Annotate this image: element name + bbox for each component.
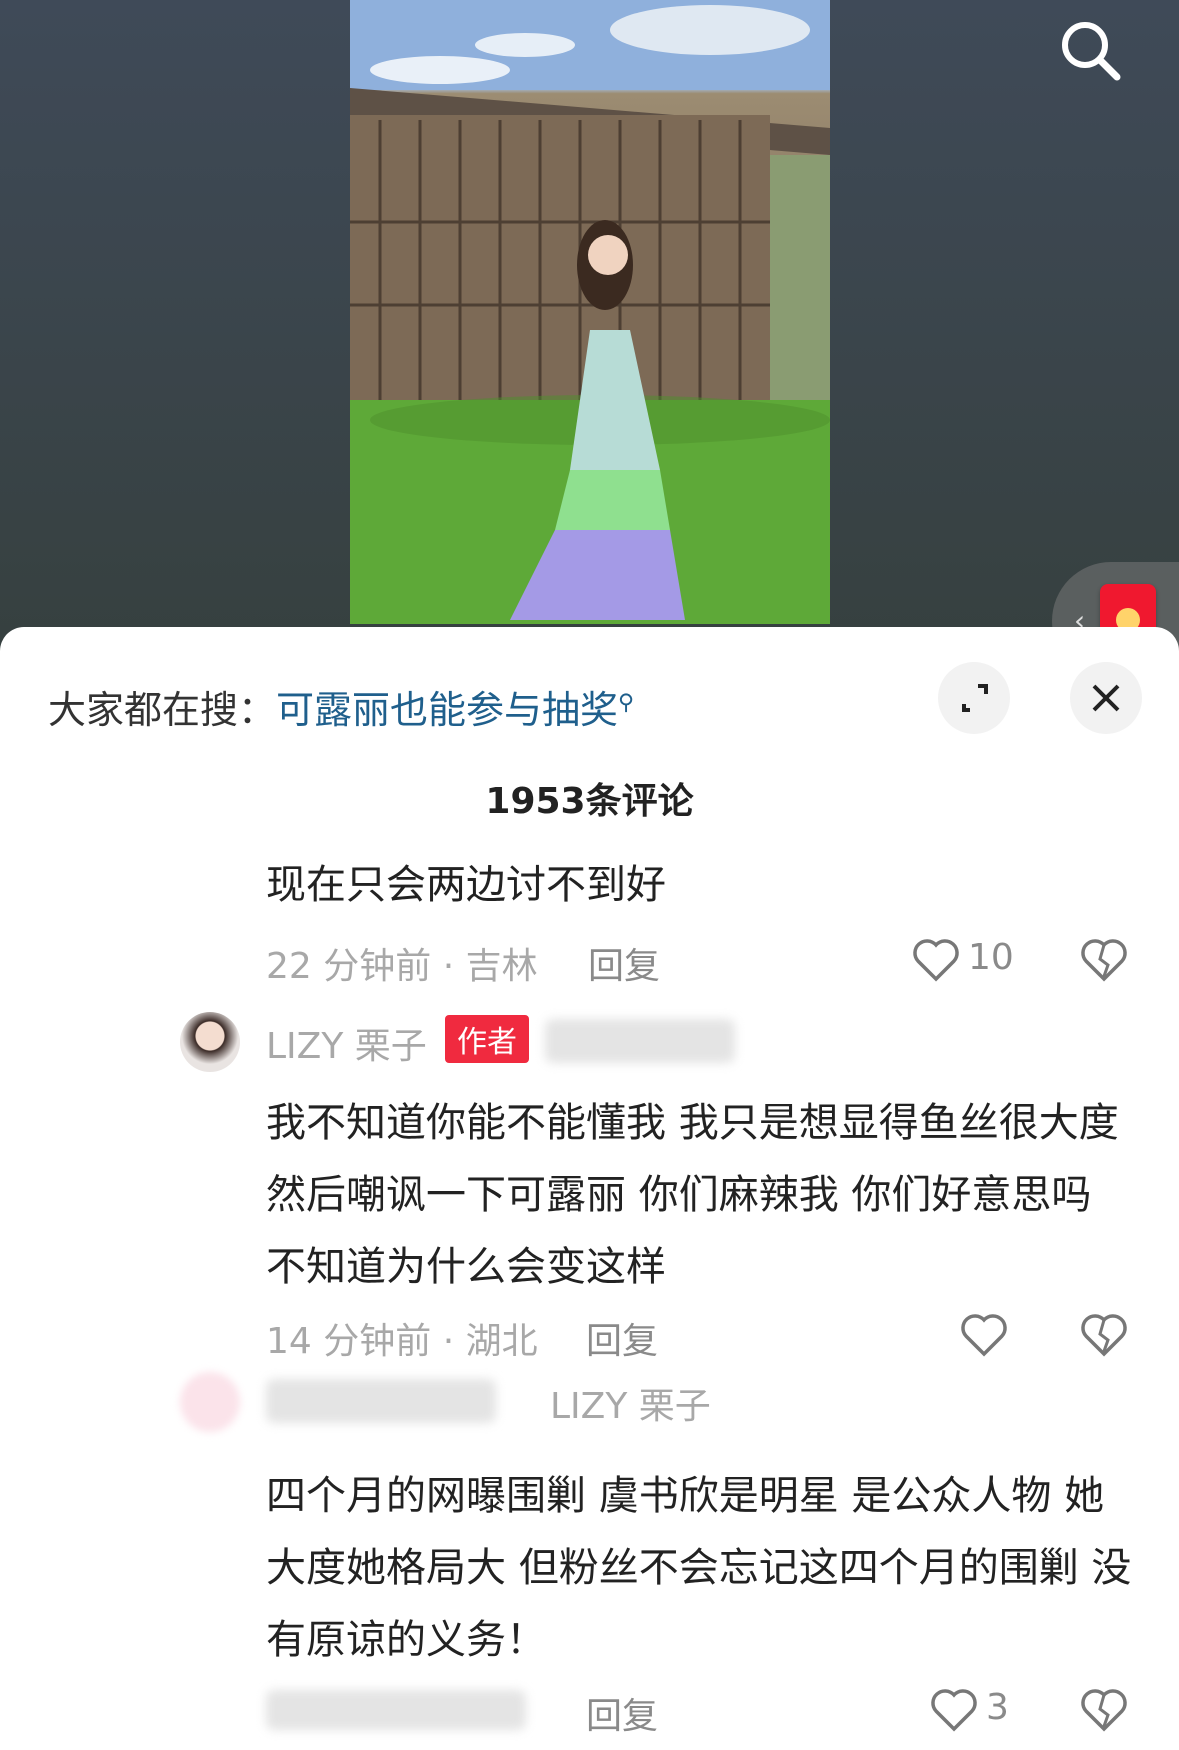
like-count: 3 — [986, 1687, 1009, 1728]
trending-keyword[interactable]: 可露丽也能参与抽奖 — [276, 688, 618, 732]
avatar[interactable] — [180, 1372, 240, 1432]
dislike-icon[interactable] — [1078, 933, 1130, 985]
video-thumbnail[interactable] — [350, 0, 830, 624]
dislike-icon[interactable] — [1078, 1308, 1130, 1360]
search-button[interactable] — [1055, 15, 1125, 85]
comment-time-location: 14 分钟前 · 湖北 — [266, 1321, 538, 1362]
avatar[interactable] — [180, 1012, 240, 1072]
comment-sheet: 大家都在搜：可露丽也能参与抽奖⚲ 1953条评论 现在只会两边讨不到好 22 分… — [0, 627, 1179, 1750]
close-icon — [1092, 684, 1120, 712]
blurred-username — [266, 1379, 496, 1423]
reply-button[interactable]: 回复 — [586, 1312, 658, 1364]
trending-search[interactable]: 大家都在搜：可露丽也能参与抽奖⚲ — [48, 679, 634, 734]
comment-text: 现在只会两边讨不到好 — [266, 862, 666, 908]
video-scene-image — [350, 0, 830, 624]
like-icon[interactable] — [910, 933, 962, 985]
search-icon — [1062, 22, 1121, 81]
video-player[interactable]: ‹ — [0, 0, 1179, 660]
like-icon[interactable] — [928, 1683, 980, 1735]
reply-button[interactable]: 回复 — [588, 937, 660, 989]
reply-button[interactable]: 回复 — [586, 1687, 658, 1739]
comment-count: 1953条评论 — [485, 781, 694, 822]
comment-text: 四个月的网曝围剿 虞书欣是明星 是公众人物 她大度她格局大 但粉丝不会忘记这四个… — [266, 1473, 1132, 1663]
blurred-time-location — [266, 1690, 526, 1730]
close-button[interactable] — [1070, 662, 1142, 734]
trending-prefix: 大家都在搜： — [48, 688, 277, 732]
like-icon[interactable] — [958, 1308, 1010, 1360]
expand-button[interactable] — [938, 662, 1010, 734]
author-badge: 作者 — [445, 1015, 529, 1063]
comment-text: 我不知道你能不能懂我 我只是想显得鱼丝很大度 然后嘲讽一下可露丽 你们麻辣我 你… — [266, 1100, 1119, 1290]
blurred-reply-target — [545, 1019, 735, 1063]
search-small-icon: ⚲ — [618, 690, 635, 716]
expand-icon — [962, 684, 988, 712]
comment-time-location: 22 分钟前 · 吉林 — [266, 946, 538, 987]
reply-to-name[interactable]: LIZY 栗子 — [550, 1377, 711, 1429]
comment-author[interactable]: LIZY 栗子 — [266, 1017, 427, 1069]
like-count: 10 — [968, 937, 1014, 978]
dislike-icon[interactable] — [1078, 1683, 1130, 1735]
